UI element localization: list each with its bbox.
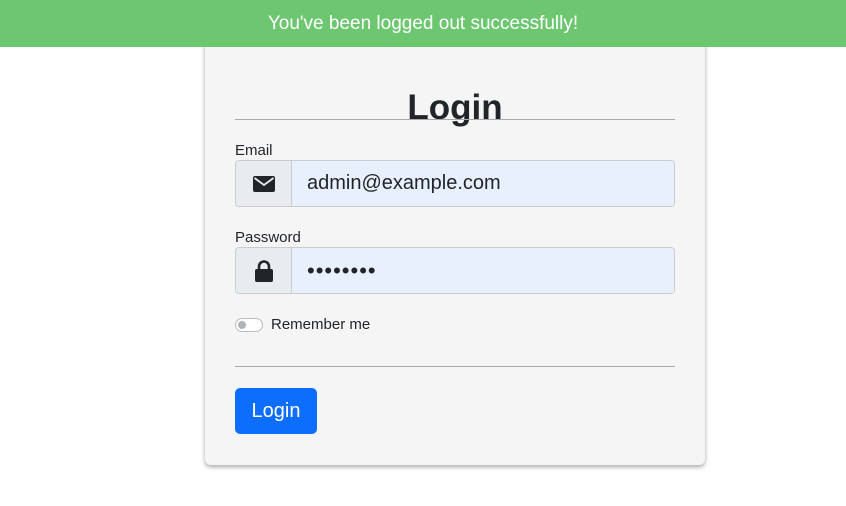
login-card: Login Email Password [205,30,705,465]
top-divider [235,119,675,120]
page: Login Email Password [0,0,846,506]
email-input[interactable] [292,161,674,206]
envelope-icon [236,161,292,206]
password-input[interactable] [292,248,674,293]
password-input-group [235,247,675,294]
toggle-knob [238,320,246,329]
remember-me-label[interactable]: Remember me [271,316,370,333]
password-label: Password [235,229,301,246]
logout-success-banner: You've been logged out successfully! [0,0,846,47]
lock-icon [236,248,292,293]
email-label: Email [235,142,273,159]
remember-me-row: Remember me [235,316,370,333]
login-button[interactable]: Login [235,388,317,434]
login-title: Login [407,88,503,127]
bottom-divider [235,366,675,367]
remember-me-toggle[interactable] [235,317,263,332]
email-input-group [235,160,675,207]
